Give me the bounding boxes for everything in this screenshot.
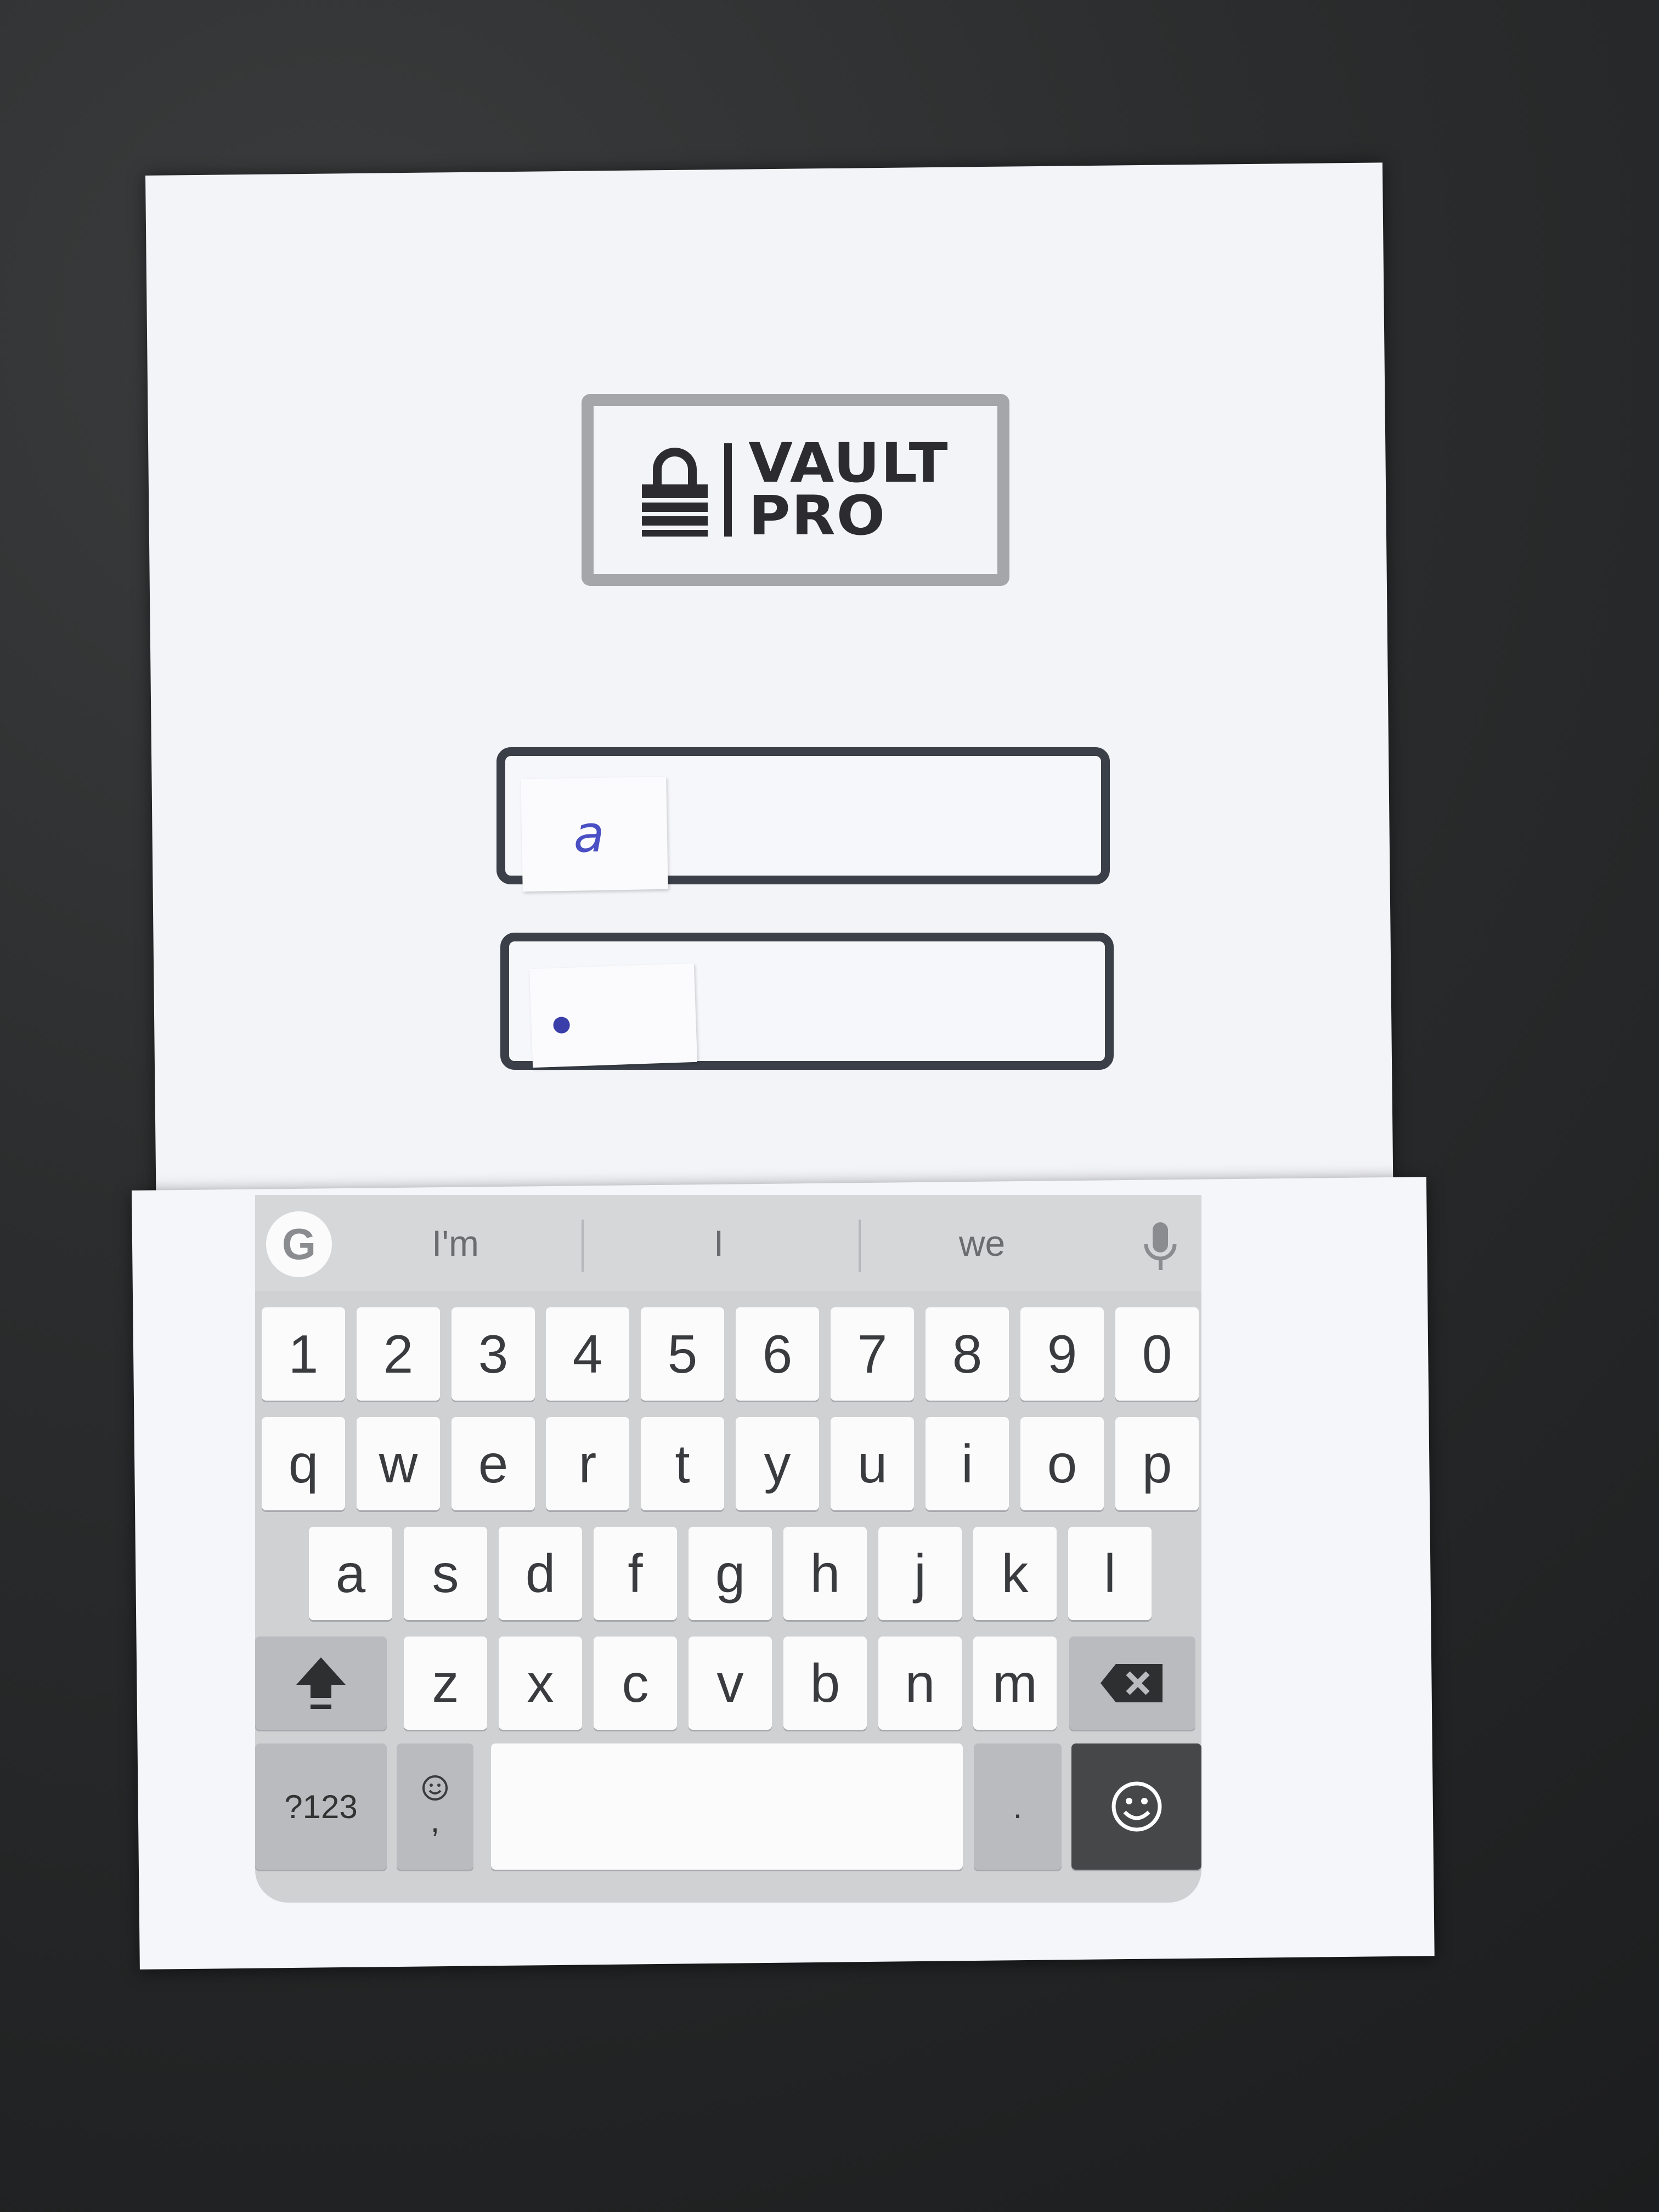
suggestion-bar: G I'm I we [255, 1195, 1201, 1291]
key-5[interactable]: 5 [641, 1307, 724, 1401]
key-o[interactable]: o [1020, 1417, 1104, 1510]
onscreen-keyboard: G I'm I we 1 2 3 4 5 6 7 8 9 0 q w e r t… [255, 1195, 1201, 1903]
key-s[interactable]: s [404, 1527, 487, 1620]
suggestion-2[interactable]: I [609, 1222, 828, 1264]
key-t[interactable]: t [641, 1417, 724, 1510]
key-z[interactable]: z [404, 1637, 487, 1730]
key-y[interactable]: y [736, 1417, 819, 1510]
suggestion-3[interactable]: we [872, 1222, 1092, 1264]
suggestion-divider [582, 1220, 584, 1272]
period-key[interactable]: . [974, 1743, 1062, 1870]
key-p[interactable]: p [1115, 1417, 1199, 1510]
password-value: ● [549, 1001, 574, 1045]
key-r[interactable]: r [546, 1417, 629, 1510]
backspace-key[interactable] [1069, 1637, 1195, 1730]
logo-wordmark: VAULT PRO [748, 431, 949, 548]
key-6[interactable]: 6 [736, 1307, 819, 1401]
key-x[interactable]: x [499, 1637, 582, 1730]
key-9[interactable]: 9 [1020, 1307, 1104, 1401]
key-b[interactable]: b [783, 1637, 867, 1730]
key-2[interactable]: 2 [357, 1307, 440, 1401]
vault-pro-logo: VAULT PRO [582, 394, 1009, 586]
key-1[interactable]: 1 [262, 1307, 345, 1401]
key-e[interactable]: e [452, 1417, 535, 1510]
key-v[interactable]: v [689, 1637, 772, 1730]
shift-key[interactable] [255, 1637, 387, 1730]
comma-label: , [430, 1802, 440, 1839]
key-3[interactable]: 3 [452, 1307, 535, 1401]
microphone-icon[interactable] [1138, 1220, 1182, 1274]
username-value: a [573, 804, 605, 864]
key-q[interactable]: q [262, 1417, 345, 1510]
key-k[interactable]: k [973, 1527, 1057, 1620]
key-w[interactable]: w [357, 1417, 440, 1510]
key-i[interactable]: i [926, 1417, 1009, 1510]
key-a[interactable]: a [309, 1527, 392, 1620]
key-g[interactable]: g [689, 1527, 772, 1620]
space-bar[interactable] [491, 1743, 963, 1870]
suggestion-1[interactable]: I'm [346, 1222, 565, 1264]
period-label: . [1013, 1788, 1023, 1825]
key-m[interactable]: m [973, 1637, 1057, 1730]
password-sticky-note: ● [529, 963, 698, 1068]
password-field[interactable]: ● [500, 933, 1114, 1070]
emoji-key[interactable] [1071, 1743, 1201, 1870]
key-c[interactable]: c [594, 1637, 677, 1730]
suggestion-divider [859, 1220, 861, 1272]
comma-key[interactable]: , [397, 1743, 473, 1870]
key-d[interactable]: d [499, 1527, 582, 1620]
smiley-icon [422, 1775, 448, 1801]
smiley-icon [1111, 1781, 1161, 1832]
logo-divider [724, 443, 732, 537]
lock-icon [642, 448, 708, 537]
key-j[interactable]: j [878, 1527, 962, 1620]
key-h[interactable]: h [783, 1527, 867, 1620]
username-sticky-note: a [521, 776, 668, 892]
username-field[interactable]: a [496, 747, 1110, 892]
key-l[interactable]: l [1068, 1527, 1152, 1620]
google-icon[interactable]: G [266, 1211, 332, 1277]
key-n[interactable]: n [878, 1637, 962, 1730]
key-f[interactable]: f [594, 1527, 677, 1620]
logo-line-pro: PRO [748, 484, 887, 548]
shift-arrow-icon [296, 1657, 346, 1709]
symbols-key[interactable]: ?123 [255, 1743, 387, 1870]
key-u[interactable]: u [831, 1417, 914, 1510]
backspace-icon [1101, 1664, 1163, 1702]
key-7[interactable]: 7 [831, 1307, 914, 1401]
symbols-label: ?123 [284, 1788, 358, 1825]
logo-line-vault: VAULT [748, 431, 949, 495]
key-8[interactable]: 8 [926, 1307, 1009, 1401]
key-4[interactable]: 4 [546, 1307, 629, 1401]
key-0[interactable]: 0 [1115, 1307, 1199, 1401]
photo-stage: VAULT PRO a ● G I'm I we 1 2 3 4 5 6 7 8… [0, 0, 1659, 2212]
